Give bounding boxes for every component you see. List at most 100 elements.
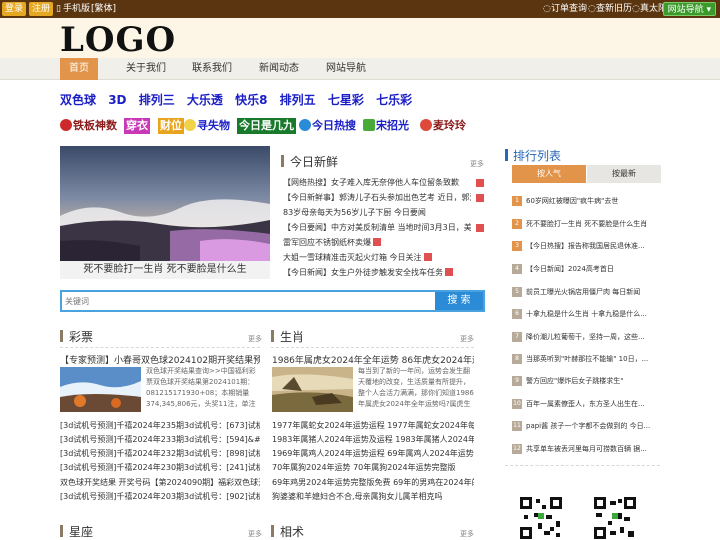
rank-item[interactable]: 12 共享单车被丢河里每月可捞数百辆 据... [512, 441, 662, 457]
new-flag-icon [476, 224, 484, 232]
lottery-link[interactable]: 大乐透 [187, 93, 223, 107]
today-news-item[interactable]: 雷军回应不锈钢纸杯卖爆 [283, 237, 473, 249]
slideshow-caption[interactable]: ‹ 死不要脸打一生肖 死不要脸是什么生 › [60, 261, 270, 279]
rank-item[interactable]: 1 60岁网红被曝因"疯牛病"去世 [512, 193, 662, 209]
rank-item[interactable]: 6 十拿九稳是什么生肖 十拿九稳是什么... [512, 306, 662, 322]
lottery-news-item[interactable]: [3d试机号预测]千禧2024年230期3d试机号：[241]试机号对应码: [60, 462, 260, 474]
today-news-item[interactable]: 大姐一雪球精准击灭起火灯箱 今日关注 [283, 252, 473, 264]
rank-item-text: papi酱 孩子一个字都不会做到的 今日... [526, 422, 651, 430]
shengxiao-more-link[interactable]: 更多 [460, 334, 474, 344]
rank-item[interactable]: 10 百年一属素僚歪人，东方圣人出生在... [512, 396, 662, 412]
lottery-news-item[interactable]: [3d试机号预测]千禧2024年235期3d试机号：[673]试机号对应码: [60, 420, 260, 432]
search-button[interactable]: 搜 索 [435, 292, 483, 310]
hot-link-songzhaoguang[interactable]: 宋招光 [363, 118, 409, 134]
lottery-link[interactable]: 快乐8 [235, 93, 267, 107]
lottery-more-link[interactable]: 更多 [248, 334, 262, 344]
lottery-link[interactable]: 七星彩 [328, 93, 364, 107]
rank-item[interactable]: 3 【今日热搜】报告称我国居民退休准... [512, 238, 662, 254]
rank-item[interactable]: 9 警方回应"爆炸后女子跳楼求生" [512, 373, 662, 389]
shengxiao-news-item[interactable]: 69年鸡男2024年运势完整版免费 69年的男鸡在2024年的运势 [272, 477, 474, 489]
slideshow-caption-text: 死不要脸打一生肖 死不要脸是什么生 [83, 264, 247, 275]
qr-code-icon[interactable] [594, 497, 636, 539]
nav-item-home[interactable]: 首页 [60, 58, 98, 80]
lottery-link[interactable]: 双色球 [60, 93, 96, 107]
qr-code-icon[interactable] [520, 497, 562, 539]
today-section-title: 今日新鲜 [281, 153, 338, 171]
site-logo[interactable]: LOGO [60, 20, 176, 60]
lottery-thumbnail[interactable] [60, 367, 141, 412]
calendar-link[interactable]: 查新旧历 [596, 3, 632, 15]
site-nav-button[interactable]: 网站导航 ▾ [662, 2, 716, 16]
slideshow-image[interactable] [60, 146, 270, 261]
nav-item-news[interactable]: 新闻动态 [257, 58, 301, 80]
tab-latest[interactable]: 按最新 [587, 165, 661, 183]
today-news-item[interactable]: 83岁母亲每天为56岁儿子下厨 今日要闻 [283, 207, 473, 219]
traditional-link[interactable]: [繁体] [91, 3, 116, 15]
hot-link-caiwei[interactable]: 财位 [158, 118, 184, 134]
shengxiao-news-item[interactable]: 1969年属鸡人2024年运势运程 69年属鸡人2024年运势运程 [272, 448, 474, 460]
lottery-news-item[interactable]: [3d试机号预测]千禧2024年203期3d试机号：[902]试机号对应码: [60, 491, 260, 503]
shengxiao-news-item[interactable]: 狗婆婆和羊媳妇合不合,母亲属狗女儿属羊相克吗 [272, 491, 474, 503]
rank-item[interactable]: 2 死不要脸打一生肖 死不要脸是什么生肖 [512, 216, 662, 232]
lottery-news-item[interactable]: [3d试机号预测]千禧2024年232期3d试机号：[898]试机号对应码: [60, 448, 260, 460]
xiangshu-more-link[interactable]: 更多 [460, 529, 474, 539]
xingzuo-more-link[interactable]: 更多 [248, 529, 262, 539]
lottery-news-item[interactable]: [3d试机号预测]千禧2024年233期3d试机号：[594]&#8203;试机… [60, 434, 260, 446]
rank-item[interactable]: 4 【今日新闻】2024高考首日 [512, 261, 662, 277]
shengxiao-news-item[interactable]: 1983年属猪人2024年运势及运程 1983年属猪人2024年运势及运程 [272, 434, 474, 446]
lottery-link[interactable]: 排列三 [139, 93, 175, 107]
rank-item[interactable]: 8 当那英听到"叶赫那拉不能输" 10日，... [512, 351, 662, 367]
hot-link-jinri[interactable]: 今日是几九 [237, 118, 296, 134]
today-news-item[interactable]: 【今日新鲜事】郭涛儿子石头参加出色艺考 近日，郭涛儿子 [283, 192, 471, 204]
lottery-link[interactable]: 七乐彩 [376, 93, 412, 107]
hot-link-label: 今日热搜 [312, 119, 356, 132]
login-button[interactable]: 登录 [2, 2, 27, 16]
lottery-link[interactable]: 排列五 [280, 93, 316, 107]
lottery-headline[interactable]: 【专家预测】小春哥双色球2024102期开奖结果预测：蓝 [60, 353, 260, 366]
rank-number: 11 [512, 421, 522, 431]
hot-link-jinrirebao[interactable]: 今日热搜 [299, 118, 356, 134]
new-flag-icon [373, 238, 381, 246]
mobile-icon: ▯ [56, 4, 61, 14]
nav-item-contact[interactable]: 联系我们 [190, 58, 234, 80]
rank-item-text: 十拿九稳是什么生肖 十拿九稳是什么... [526, 310, 647, 318]
register-button[interactable]: 注册 [29, 2, 54, 16]
lottery-link[interactable]: 3D [108, 93, 126, 107]
rank-item-text: 当那英听到"叶赫那拉不能输" 10日，... [526, 355, 649, 363]
news-text: 大姐一雪球精准击灭起火灯箱 今日关注 [283, 253, 422, 262]
today-news-item[interactable]: 【网络热搜】女子难入库无奈停他人车位留条致歉 [283, 177, 471, 189]
next-arrow-icon[interactable]: › [240, 261, 244, 279]
prev-arrow-icon[interactable]: ‹ [86, 261, 90, 279]
hot-link-maolingling[interactable]: 麦玲玲 [420, 118, 466, 134]
divider [505, 465, 660, 466]
tab-popular[interactable]: 按人气 [512, 165, 586, 183]
rank-item[interactable]: 5 前员工曝光火锅店用僵尸肉 每日新闻 [512, 284, 662, 300]
order-query-link[interactable]: 订单查询 [551, 3, 587, 15]
hot-link-label: 穿衣 [124, 118, 150, 134]
clock-icon [299, 119, 311, 131]
new-flag-icon [423, 253, 432, 261]
shengxiao-news-item[interactable]: 1977年属蛇女2024年运势运程 1977年属蛇女2024年每月运势及运 [272, 420, 474, 432]
shengxiao-news-item[interactable]: 70年属狗2024年运势 70年属狗2024年运势完整版 [272, 462, 474, 474]
rank-item[interactable]: 11 papi酱 孩子一个字都不会做到的 今日... [512, 418, 662, 434]
nav-item-sitenav[interactable]: 网站导航 [324, 58, 368, 80]
hot-link-chuanyi[interactable]: 穿衣 [124, 118, 150, 134]
today-news-item[interactable]: 【今日新闻】女生户外徒步触发安全找车任务 [283, 267, 473, 279]
hot-link-xunshiwu[interactable]: 寻失物 [184, 118, 230, 134]
today-news-item[interactable]: 【今日要闻】中方对美反制清单 当地时间3月3日，美方对中 [283, 222, 471, 234]
badge-icon [363, 119, 375, 131]
shengxiao-thumbnail[interactable] [272, 367, 353, 412]
flame-icon [60, 119, 72, 131]
hot-link-label: 寻失物 [197, 119, 230, 132]
rank-item[interactable]: 7 降价潮儿粒葡萄干，坚持一周，这些... [512, 329, 662, 345]
clock-icon: ◌ [632, 4, 640, 14]
lottery-section-title: 彩票 [60, 328, 93, 346]
mobile-link[interactable]: 手机版 [63, 3, 90, 15]
hot-link-tiebanshenshu[interactable]: 铁板神数 [60, 118, 117, 134]
shengxiao-headline[interactable]: 1986年属虎女2024年全年运势 86年虎女2024年运势及每 [272, 353, 474, 366]
lottery-news-item[interactable]: 双色球开奖结果 开奖号码【第2024090期】福彩双色球开奖号码 [60, 477, 260, 489]
today-more-link[interactable]: 更多 [470, 159, 484, 169]
nav-item-about[interactable]: 关于我们 [124, 58, 168, 80]
search-input[interactable] [62, 292, 434, 310]
ranking-title: 排行列表 [505, 147, 561, 164]
